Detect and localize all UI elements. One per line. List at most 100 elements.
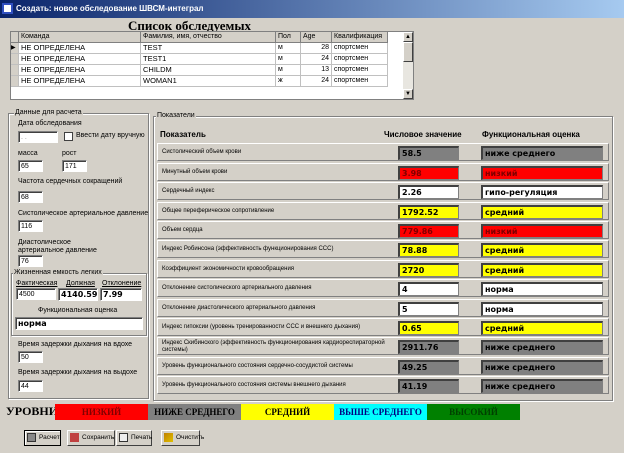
table-cell: м (276, 65, 301, 76)
table-cell: TEST (141, 43, 276, 54)
column-header: Команда (19, 32, 141, 43)
vc-due-label: Должная (66, 280, 95, 287)
breath-out-input[interactable]: 44 (18, 380, 43, 392)
indicator-row: Сердечный индекс 2.26 гипо-регуляция (157, 182, 609, 200)
table-row[interactable]: НЕ ОПРЕДЕЛЕНА WOMAN1 ж 24 спортсмен (11, 76, 388, 87)
app-icon (2, 3, 13, 14)
save-icon (70, 433, 79, 442)
height-input[interactable]: 171 (62, 160, 87, 172)
level-swatch: ВЫШЕ СРЕДНЕГО (334, 404, 427, 420)
table-cell: спортсмен (332, 43, 388, 54)
table-cell: TEST1 (141, 54, 276, 65)
grid-scrollbar[interactable]: ▲ ▼ (403, 32, 413, 99)
patients-grid[interactable]: ▲ ▼ Команда Фамилия, имя, отчество Пол Age К… (10, 31, 414, 100)
indicator-rating: гипо-регуляция (481, 185, 603, 199)
indicator-name: Уровень функционального состояния сердеч… (162, 363, 353, 369)
indicator-rating: средний (481, 321, 603, 335)
print-button[interactable]: Печать (116, 430, 152, 446)
table-cell: 28 (301, 43, 332, 54)
column-header: Фамилия, имя, отчество (141, 32, 276, 43)
row-indicator (11, 54, 19, 65)
indicator-row: Объем сердца 779.86 низкий (157, 221, 609, 239)
indicator-rating: низкий (481, 166, 603, 180)
dbp-label: Диастолическое артериальное давление (18, 239, 97, 254)
indicator-row: Индекс гипоксии (уровень тренированности… (157, 318, 609, 336)
indicator-row: Общее переферическое сопротивление 1792.… (157, 202, 609, 220)
indicator-name: Индекс Скибинского (эффективность функци… (162, 340, 385, 353)
table-cell: НЕ ОПРЕДЕЛЕНА (19, 65, 141, 76)
vc-rating-value: норма (15, 317, 143, 330)
row-indicator (11, 65, 19, 76)
scroll-up-icon[interactable]: ▲ (403, 32, 413, 42)
indicator-value: 49.25 (398, 360, 459, 374)
indicator-rating: норма (481, 302, 603, 316)
indicator-name: Отклонение диастолического артериального… (162, 305, 316, 311)
manual-date-checkbox[interactable] (64, 132, 73, 141)
date-input[interactable]: . . (18, 131, 58, 143)
clear-button[interactable]: Очистить (161, 430, 204, 446)
indicator-name: Минутный объем крови (162, 169, 228, 175)
col-header-name: Показатель (160, 130, 206, 139)
table-cell: CHILDM (141, 65, 276, 76)
table-cell: спортсмен (332, 76, 388, 87)
breath-in-label: Время задержки дыхания на вдохе (18, 341, 133, 348)
grid-header-row: Команда Фамилия, имя, отчество Пол Age Квали… (11, 32, 388, 43)
indicator-value: 2911.76 (398, 340, 459, 354)
indicator-row: Уровень функционального состояния систем… (157, 376, 609, 394)
vc-dev-label: Отклонение (102, 280, 142, 287)
level-swatch: НИЗКИЙ (55, 404, 148, 420)
vc-actual-input[interactable]: 4500 (16, 288, 56, 300)
sbp-input[interactable]: 116 (18, 220, 43, 232)
table-row[interactable]: НЕ ОПРЕДЕЛЕНА TEST1 м 24 спортсмен (11, 54, 388, 65)
mass-input[interactable]: 65 (18, 160, 43, 172)
table-cell: м (276, 54, 301, 65)
calc-label: Расчет (39, 434, 60, 441)
indicator-name: Общее переферическое сопротивление (162, 208, 275, 214)
indicator-rating: средний (481, 243, 603, 257)
group-label: Показатели (156, 112, 196, 119)
breath-in-input[interactable]: 50 (18, 351, 43, 363)
save-label: Сохранить (82, 434, 115, 441)
dbp-input[interactable]: 76 (18, 255, 43, 267)
indicator-value: 0.65 (398, 321, 459, 335)
indicator-value: 2720 (398, 263, 459, 277)
indicator-rating: ниже среднего (481, 340, 603, 354)
save-button[interactable]: Сохранить (67, 430, 115, 446)
indicator-value: 2.26 (398, 185, 459, 199)
level-swatch: ВЫСОКИЙ (427, 404, 520, 420)
indicator-rating: средний (481, 263, 603, 277)
breath-out-label: Время задержки дыхания на выдохе (18, 369, 138, 376)
table-row[interactable]: НЕ ОПРЕДЕЛЕНА CHILDM м 13 спортсмен (11, 65, 388, 76)
clear-label: Очистить (176, 434, 205, 441)
hr-input[interactable]: 68 (18, 191, 43, 203)
indicator-row: Индекс Робинсона (эффективность функцион… (157, 240, 609, 258)
height-label: рост (62, 150, 77, 157)
indicator-row: Отклонение диастолического артериального… (157, 299, 609, 317)
table-row[interactable]: ▶ НЕ ОПРЕДЕЛЕНА TEST м 28 спортсмен (11, 43, 388, 54)
indicator-name: Уровень функционального состояния систем… (162, 382, 346, 388)
indicator-name: Индекс гипоксии (уровень тренированности… (162, 324, 361, 330)
sbp-label: Систолическое артериальное давление (18, 210, 149, 217)
indicator-rating: ниже среднего (481, 360, 603, 374)
group-label: Данные для расчета (14, 109, 83, 116)
table-cell: WOMAN1 (141, 76, 276, 87)
brush-icon (164, 433, 173, 442)
print-label: Печать (131, 434, 153, 441)
scroll-thumb[interactable] (403, 42, 413, 62)
column-header: Пол (276, 32, 301, 43)
indicator-rating: ниже среднего (481, 146, 603, 160)
date-label: Дата обследования (18, 120, 82, 127)
indicator-name: Отклонение систолического артериального … (162, 285, 312, 291)
title-bar: Создать: новое обследование ШВСМ-интегра… (0, 0, 624, 18)
column-header: Квалификация (332, 32, 388, 43)
indicator-value: 41.19 (398, 379, 459, 393)
current-row-indicator-icon: ▶ (11, 43, 19, 54)
indicator-value: 3.98 (398, 166, 459, 180)
indicator-value: 78.88 (398, 243, 459, 257)
indicator-name: Коэффициент экономичности кровообращения (162, 266, 295, 272)
calc-button[interactable]: Расчет (24, 430, 61, 446)
indicator-rating: норма (481, 282, 603, 296)
row-indicator (11, 76, 19, 87)
table-cell: 24 (301, 76, 332, 87)
scroll-down-icon[interactable]: ▼ (403, 89, 413, 99)
